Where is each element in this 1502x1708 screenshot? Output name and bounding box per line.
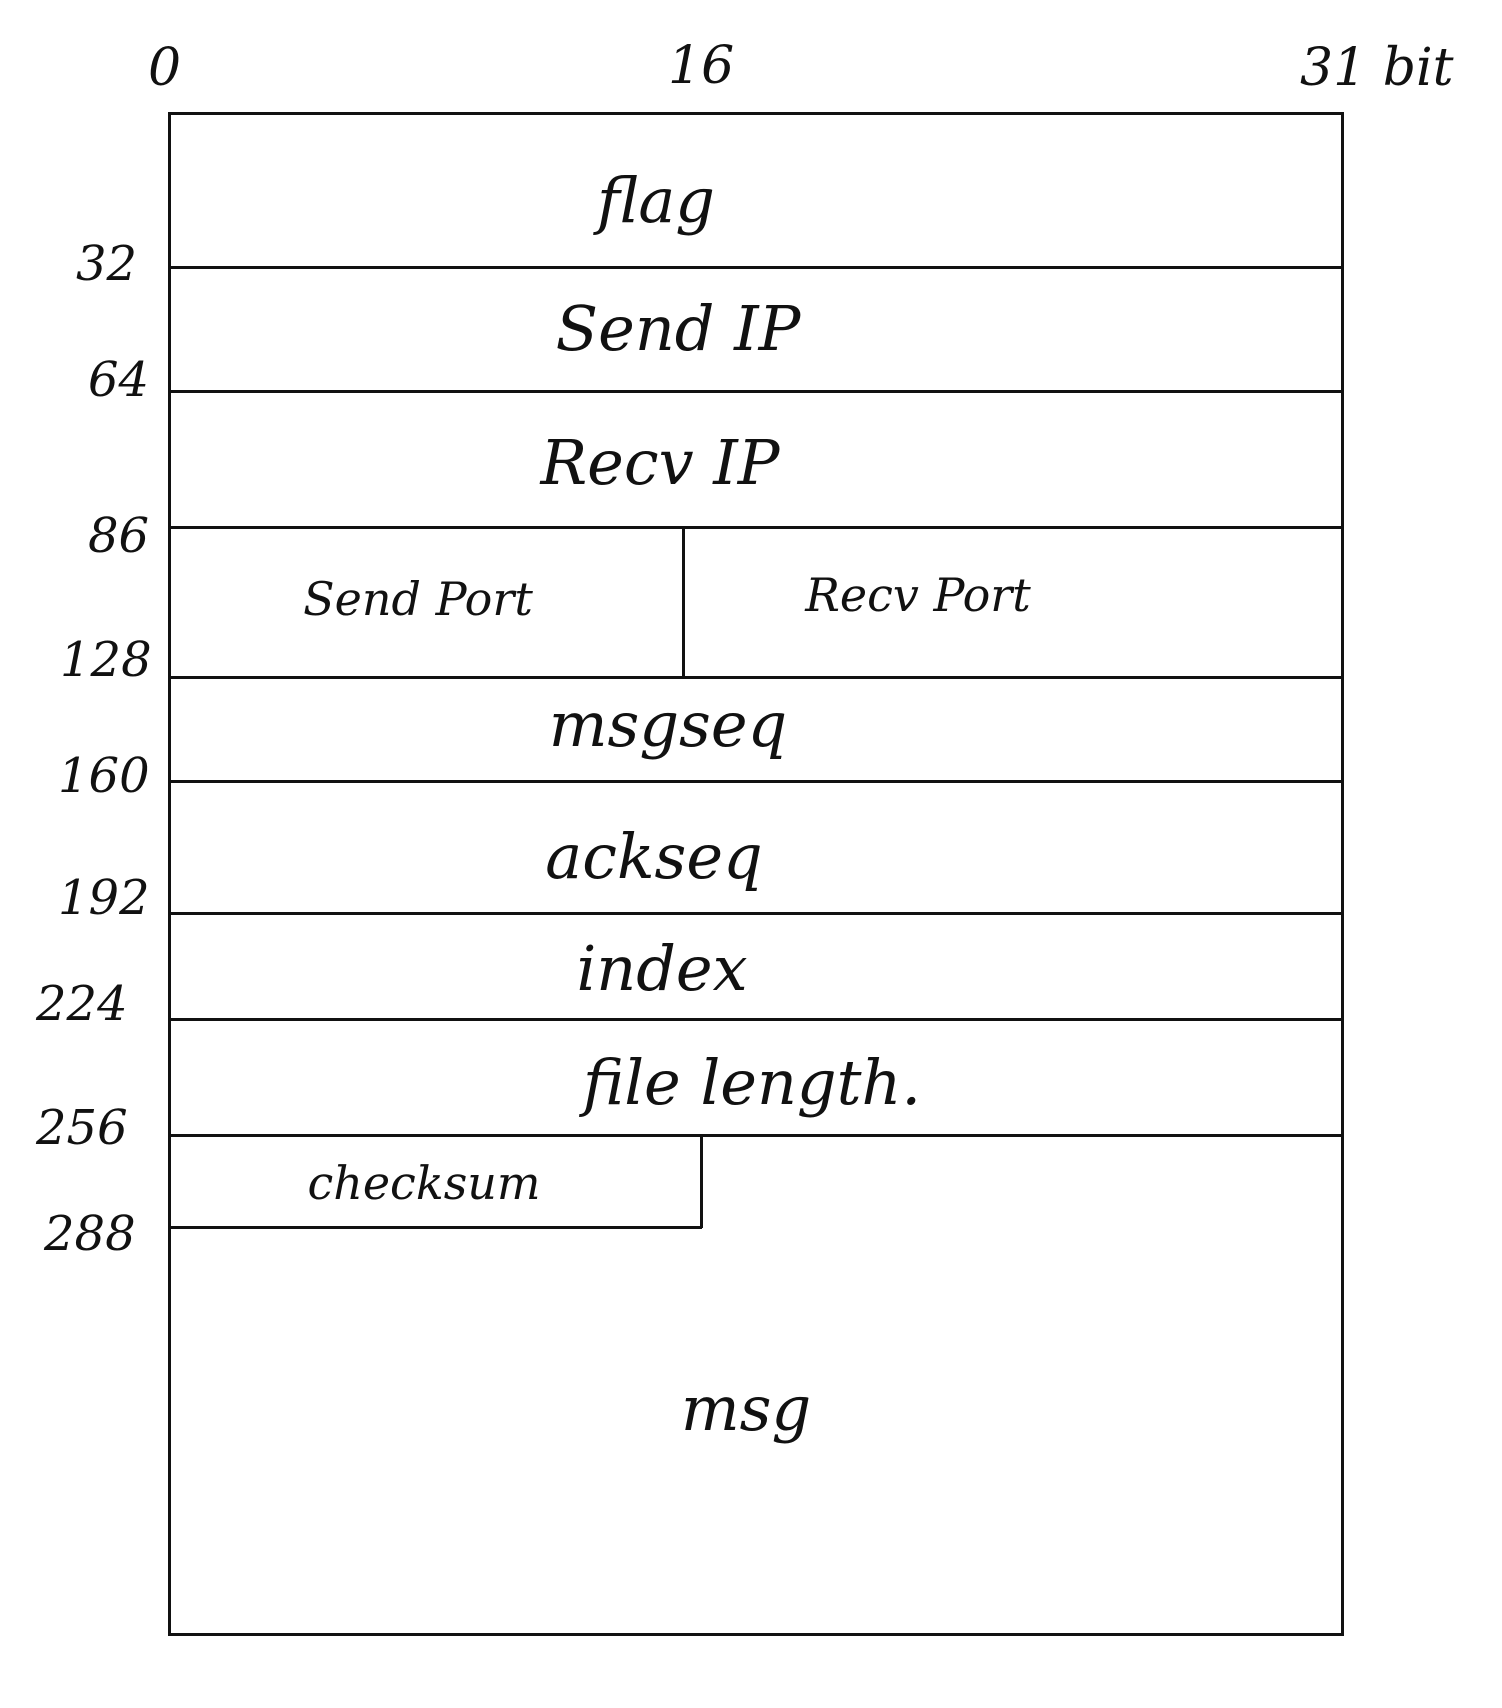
port-divider <box>682 526 685 676</box>
divider-128 <box>168 676 1344 679</box>
offset-label-192: 192 <box>58 870 150 926</box>
field-msgseq: msgseq <box>548 688 788 761</box>
offset-label-128: 128 <box>60 632 152 688</box>
divider-32 <box>168 266 1344 269</box>
field-recv-ip: Recv IP <box>540 426 780 499</box>
bit-axis-end: 31 bit <box>1300 38 1454 98</box>
divider-64 <box>168 390 1344 393</box>
divider-256 <box>168 1134 1344 1137</box>
field-index: index <box>576 932 748 1005</box>
field-send-port: Send Port <box>303 572 533 626</box>
offset-label-288: 288 <box>44 1206 136 1262</box>
bit-axis-middle: 16 <box>668 36 735 96</box>
offset-label-160: 160 <box>58 748 150 804</box>
field-recv-port: Recv Port <box>805 568 1031 622</box>
offset-label-224: 224 <box>36 976 128 1032</box>
divider-160 <box>168 780 1344 783</box>
divider-86 <box>168 526 1344 529</box>
bit-axis-start: 0 <box>148 38 182 98</box>
divider-224 <box>168 1018 1344 1021</box>
divider-288-checksum-bottom <box>168 1226 702 1229</box>
checksum-right-edge <box>700 1134 703 1228</box>
field-file-length: file length. <box>582 1046 922 1119</box>
field-ackseq: ackseq <box>545 820 763 893</box>
field-msg: msg <box>680 1372 812 1445</box>
field-checksum: checksum <box>307 1156 541 1210</box>
offset-label-256: 256 <box>36 1100 128 1156</box>
offset-label-64: 64 <box>88 352 150 408</box>
offset-label-32: 32 <box>76 236 138 292</box>
divider-192 <box>168 912 1344 915</box>
field-send-ip: Send IP <box>555 292 801 365</box>
field-flag: flag <box>596 164 716 237</box>
offset-label-86: 86 <box>88 508 150 564</box>
